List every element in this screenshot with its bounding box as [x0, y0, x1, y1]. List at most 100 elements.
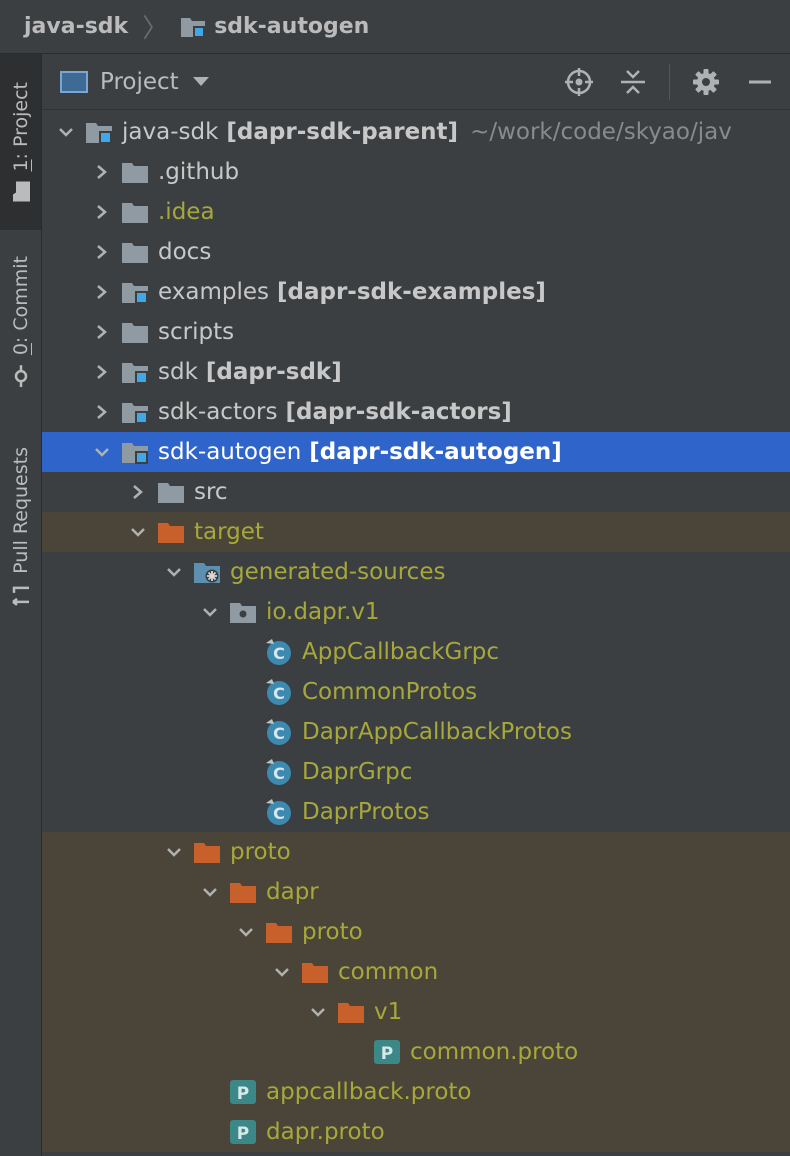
tree-item-label: sdk-actors [158, 399, 278, 425]
module-folder-icon [180, 16, 206, 38]
tab-pull-requests[interactable]: Pull Requests [0, 426, 41, 626]
chevron-right-icon[interactable] [90, 312, 114, 352]
chevron-down-icon[interactable] [198, 592, 222, 632]
project-view-title[interactable]: Project [100, 69, 179, 95]
tree-row[interactable]: docs [42, 232, 790, 272]
tree-item-label: v1 [374, 999, 403, 1025]
module-name: [dapr-sdk] [205, 359, 342, 385]
project-tree: java-sdk [dapr-sdk-parent] ~/work/code/sky… [42, 112, 790, 1156]
collapse-all-icon[interactable] [613, 62, 653, 102]
gear-icon[interactable] [686, 62, 726, 102]
tree-row[interactable]: C CommonProtos [42, 672, 790, 712]
tree-row[interactable]: sdk-autogen [dapr-sdk-autogen] [42, 432, 790, 472]
tree-row[interactable]: proto [42, 912, 790, 952]
project-view-icon [60, 70, 88, 93]
tree-row[interactable]: proto [42, 832, 790, 872]
tree-row[interactable]: sdk [dapr-sdk] [42, 352, 790, 392]
module-folder-icon [84, 118, 114, 146]
tree-item-label: common [338, 959, 439, 985]
svg-text:C: C [273, 644, 285, 663]
excluded-folder-icon [300, 958, 330, 986]
tree-row[interactable]: src [42, 472, 790, 512]
tree-row[interactable]: common [42, 952, 790, 992]
chevron-right-icon[interactable] [90, 232, 114, 272]
breadcrumb: java-sdk 〉 sdk-autogen [0, 0, 790, 54]
tree-row[interactable]: .idea [42, 192, 790, 232]
chevron-down-icon[interactable] [90, 432, 114, 472]
tree-row[interactable]: io.dapr.v1 [42, 592, 790, 632]
tree-item-label: common.proto [410, 1039, 579, 1065]
class-icon: C [264, 678, 294, 706]
excluded-folder-icon [156, 518, 186, 546]
chevron-down-icon[interactable] [234, 912, 258, 952]
module-folder-icon [120, 398, 150, 426]
tree-row[interactable]: C DaprGrpc [42, 752, 790, 792]
folder-icon [120, 318, 150, 346]
chevron-right-icon[interactable] [90, 272, 114, 312]
tree-row[interactable]: Pcommon.proto [42, 1032, 790, 1072]
svg-text:C: C [273, 804, 285, 823]
chevron-down-icon[interactable] [192, 77, 209, 86]
chevron-down-icon[interactable] [198, 872, 222, 912]
tree-item-label: examples [158, 279, 269, 305]
chevron-down-icon[interactable] [306, 992, 330, 1032]
module-folder-icon [120, 278, 150, 306]
chevron-right-icon[interactable] [90, 152, 114, 192]
project-panel-header: Project [42, 54, 790, 110]
class-icon: C [264, 718, 294, 746]
chevron-down-icon[interactable] [54, 112, 78, 152]
tree-row[interactable]: C AppCallbackGrpc [42, 632, 790, 672]
module-path: ~/work/code/skyao/jav [470, 119, 732, 145]
chevron-right-icon[interactable] [90, 192, 114, 232]
tree-row[interactable]: scripts [42, 312, 790, 352]
chevron-right-icon[interactable] [90, 352, 114, 392]
tree-item-label: dapr.proto [266, 1119, 385, 1145]
tree-item-label: sdk-autogen [158, 439, 302, 465]
tree-row[interactable]: dapr [42, 872, 790, 912]
excluded-folder-icon [228, 878, 258, 906]
tree-row[interactable]: sdk-actors [dapr-sdk-actors] [42, 392, 790, 432]
tree-row[interactable]: generated-sources [42, 552, 790, 592]
tree-row[interactable]: Pappcallback.proto [42, 1072, 790, 1112]
chevron-down-icon[interactable] [162, 832, 186, 872]
tree-row[interactable]: C DaprProtos [42, 792, 790, 832]
tree-row[interactable]: C DaprAppCallbackProtos [42, 712, 790, 752]
locate-file-icon[interactable] [559, 62, 599, 102]
chevron-down-icon[interactable] [162, 552, 186, 592]
chevron-down-icon[interactable] [126, 512, 150, 552]
tree-item-label: docs [158, 239, 212, 265]
svg-text:C: C [273, 764, 285, 783]
chevron-right-icon[interactable] [90, 392, 114, 432]
tree-item-label: .idea [158, 199, 215, 225]
tree-row[interactable]: target [42, 512, 790, 552]
svg-text:P: P [237, 1084, 249, 1104]
tree-row[interactable]: Pdapr.proto [42, 1112, 790, 1152]
breadcrumb-current[interactable]: sdk-autogen [214, 14, 369, 39]
tree-row[interactable]: .github [42, 152, 790, 192]
chevron-right-icon[interactable] [126, 472, 150, 512]
generated-sources-folder-icon [192, 558, 222, 586]
tree-item-label: CommonProtos [302, 679, 478, 705]
folder-icon [156, 478, 186, 506]
folder-icon [120, 158, 150, 186]
package-icon [228, 598, 258, 626]
breadcrumb-root[interactable]: java-sdk [24, 14, 128, 39]
chevron-down-icon[interactable] [270, 952, 294, 992]
tab-commit[interactable]: 0: Commit [0, 242, 41, 402]
tree-item-label: proto [230, 839, 291, 865]
tree-row[interactable]: java-sdk [dapr-sdk-parent] ~/work/code/sky… [42, 112, 790, 152]
tree-row[interactable]: examples [dapr-sdk-examples] [42, 272, 790, 312]
tree-item-label: AppCallbackGrpc [302, 639, 500, 665]
tree-item-label: proto [302, 919, 363, 945]
tree-item-label: target [194, 519, 264, 545]
tree-row[interactable]: v1 [42, 992, 790, 1032]
commit-icon [14, 365, 27, 388]
hide-panel-icon[interactable] [740, 62, 780, 102]
class-icon: C [264, 758, 294, 786]
tab-project[interactable]: 1: Project [0, 54, 41, 230]
tree-item-label: generated-sources [230, 559, 446, 585]
